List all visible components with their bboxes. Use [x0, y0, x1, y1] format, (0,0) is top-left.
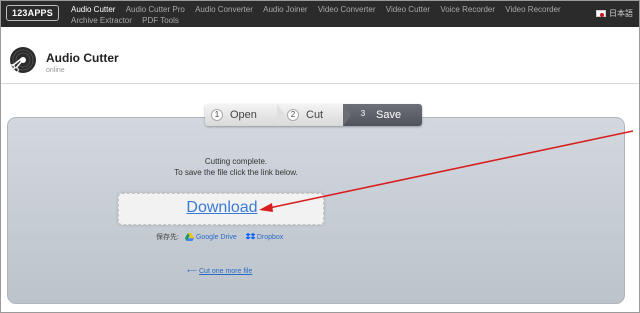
- nav-item-audio-joiner[interactable]: Audio Joiner: [263, 4, 307, 15]
- step-cut[interactable]: 2 Cut: [277, 104, 351, 126]
- step-label: Cut: [306, 109, 324, 121]
- nav-item-video-converter[interactable]: Video Converter: [318, 4, 376, 15]
- download-box: Download: [118, 193, 324, 225]
- top-navigation: 123APPS Audio Cutter Audio Cutter Pro Au…: [1, 1, 639, 27]
- step-label: Open: [230, 109, 257, 121]
- step-save[interactable]: 3 Save: [343, 104, 422, 126]
- dropbox-button[interactable]: Dropbox: [245, 233, 284, 241]
- brand-logo[interactable]: 123APPS: [6, 5, 59, 21]
- japan-flag-icon: [596, 10, 606, 17]
- vinyl-scissors-icon: [9, 47, 36, 73]
- page-subtitle: online: [46, 67, 65, 74]
- step-separator: [343, 104, 351, 126]
- header-divider: [1, 83, 639, 84]
- step-number: 1: [211, 109, 223, 121]
- save-to-options: 保存先: Google Drive Dropbox: [156, 232, 292, 242]
- dropbox-label: Dropbox: [256, 233, 284, 241]
- cut-one-more-label: Cut one more file: [199, 268, 253, 275]
- google-drive-icon: [184, 233, 194, 241]
- instruction-message: To save the file click the link below.: [174, 168, 298, 177]
- nav-item-audio-converter[interactable]: Audio Converter: [195, 4, 253, 15]
- dropbox-icon: [245, 233, 255, 240]
- nav-links: Audio Cutter Audio Cutter Pro Audio Conv…: [71, 4, 581, 26]
- page-title: Audio Cutter: [46, 51, 119, 65]
- step-label: Save: [376, 109, 402, 121]
- status-message: Cutting complete.: [204, 157, 268, 166]
- step-separator: [277, 104, 285, 126]
- nav-item-pdf-tools[interactable]: PDF Tools: [142, 15, 179, 26]
- nav-item-audio-cutter[interactable]: Audio Cutter: [71, 4, 115, 15]
- language-selector[interactable]: 日本語: [596, 8, 633, 19]
- nav-item-video-recorder[interactable]: Video Recorder: [505, 4, 560, 15]
- step-indicator: 1 Open 2 Cut 3 Save: [205, 104, 422, 126]
- cut-one-more-link[interactable]: ⟵ Cut one more file: [187, 267, 252, 275]
- browser-frame: 123APPS Audio Cutter Audio Cutter Pro Au…: [0, 0, 640, 313]
- step-open[interactable]: 1 Open: [205, 104, 285, 126]
- google-drive-button[interactable]: Google Drive: [184, 233, 237, 241]
- step-number: 2: [287, 109, 299, 121]
- nav-item-video-cutter[interactable]: Video Cutter: [386, 4, 430, 15]
- step-number: 3: [360, 109, 366, 118]
- download-link[interactable]: Download: [119, 199, 325, 217]
- nav-item-audio-cutter-pro[interactable]: Audio Cutter Pro: [126, 4, 185, 15]
- nav-item-voice-recorder[interactable]: Voice Recorder: [440, 4, 495, 15]
- nav-item-archive-extractor[interactable]: Archive Extractor: [71, 15, 132, 26]
- language-label: 日本語: [609, 9, 633, 18]
- back-arrow-icon: ⟵: [187, 268, 198, 275]
- google-drive-label: Google Drive: [195, 233, 237, 241]
- save-to-label: 保存先:: [156, 234, 179, 241]
